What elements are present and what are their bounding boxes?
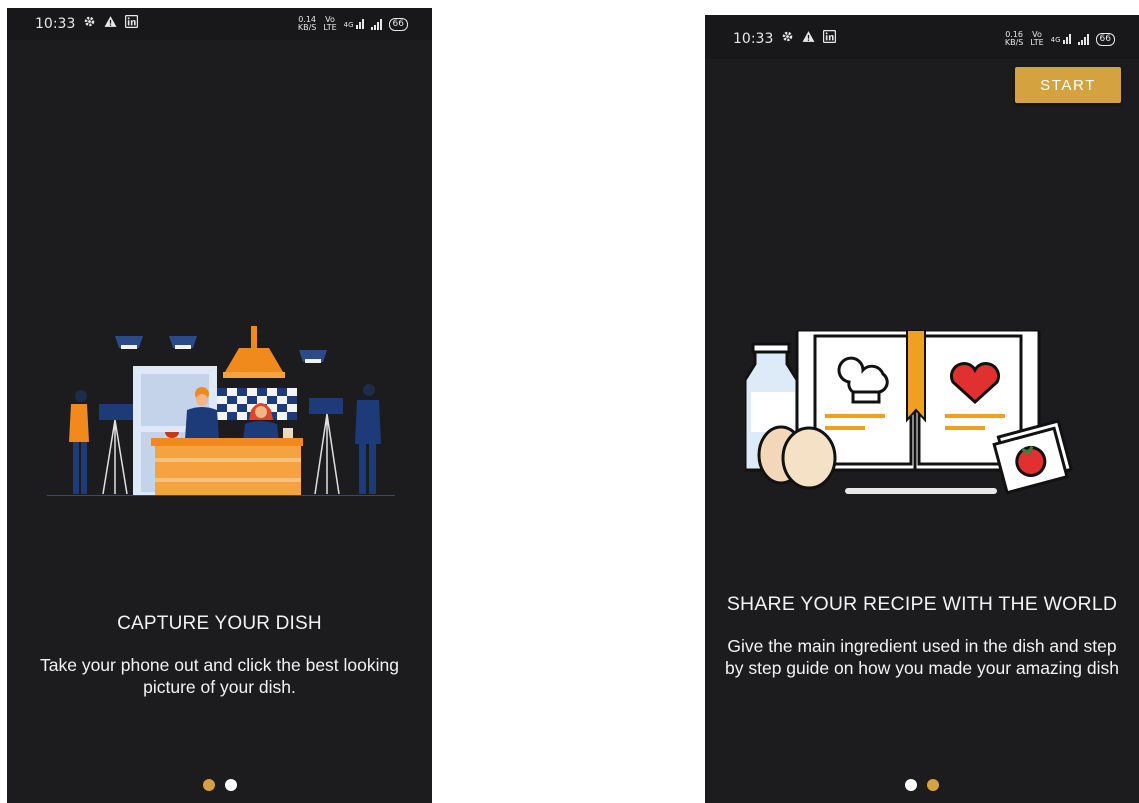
volte-indicator: Vo LTE (323, 15, 337, 32)
recipe-book-illustration (745, 330, 1074, 495)
settings-icon (782, 31, 793, 42)
page-description: Take your phone out and click the best l… (40, 655, 399, 697)
page-dot-2-active[interactable] (927, 779, 939, 791)
volte-indicator: Vo LTE (1030, 30, 1044, 47)
status-right-group: 0.16 KB/S Vo LTE 4G 66 (1005, 31, 1115, 47)
status-right-group: 0.14 KB/S Vo LTE 4G 66 (298, 16, 408, 32)
battery-icon: 66 (1095, 32, 1115, 46)
page-description: Give the main ingredient used in the dis… (725, 636, 1119, 678)
page-title: CAPTURE YOUR DISH (117, 613, 322, 634)
battery-icon: 66 (388, 17, 408, 31)
status-bar: 10:33 0.16 KB/S Vo LTE 4G 66 (705, 15, 1139, 59)
linkedin-icon (125, 15, 138, 28)
status-time: 10:33 (35, 16, 76, 32)
page-indicator (905, 779, 939, 791)
page-dot-1[interactable] (905, 779, 917, 791)
signal-4g-icon: 4G (1051, 34, 1071, 44)
settings-icon (84, 16, 95, 27)
status-bar: 10:33 0.14 KB/S Vo LTE 4G 66 (7, 8, 432, 40)
signal-strength-icon (370, 18, 382, 30)
linkedin-icon (823, 30, 836, 43)
signal-type-label: 4G (1050, 36, 1061, 44)
page-dot-1-active[interactable] (203, 779, 215, 791)
warning-icon (104, 16, 117, 27)
onboarding-screen-share: 10:33 0.16 KB/S Vo LTE 4G 66 START SHARE… (705, 15, 1139, 803)
signal-4g-icon: 4G (344, 19, 364, 29)
network-speed: 0.14 KB/S (297, 15, 317, 32)
start-button[interactable]: START (1015, 67, 1121, 103)
page-dot-2[interactable] (225, 779, 237, 791)
signal-type-label: 4G (343, 21, 354, 29)
page-indicator (203, 779, 237, 791)
cooking-show-illustration (47, 326, 395, 496)
status-time: 10:33 (733, 31, 774, 47)
onboarding-screen-capture: 10:33 0.14 KB/S Vo LTE 4G 66 CAPTURE YOU… (7, 8, 432, 803)
signal-strength-icon (1077, 33, 1089, 45)
page-title: SHARE YOUR RECIPE WITH THE WORLD (726, 593, 1118, 615)
network-speed: 0.16 KB/S (1004, 30, 1024, 47)
warning-icon (802, 31, 815, 42)
